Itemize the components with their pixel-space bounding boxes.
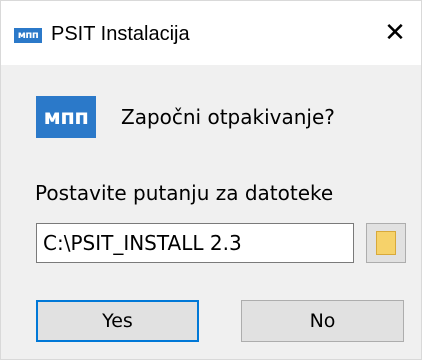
- button-bar: Yes No: [1, 270, 421, 359]
- dialog-content: мпп Započni otpakivanje? Postavite putan…: [1, 65, 421, 270]
- install-path-input[interactable]: [36, 223, 354, 263]
- folder-icon: [376, 231, 396, 255]
- title-bar: мпп PSIT Instalacija ✕: [1, 1, 421, 65]
- app-logo-icon: мпп: [14, 28, 42, 43]
- browse-folder-button[interactable]: [366, 223, 406, 263]
- prompt-question: Započni otpakivanje?: [121, 105, 335, 129]
- yes-button[interactable]: Yes: [36, 300, 199, 342]
- installer-dialog: мпп PSIT Instalacija ✕ мпп Započni otpak…: [0, 0, 422, 360]
- no-button[interactable]: No: [241, 300, 404, 342]
- close-button[interactable]: ✕: [369, 11, 421, 55]
- path-label: Postavite putanju za datoteke: [35, 181, 334, 205]
- window-title: PSIT Instalacija: [51, 23, 190, 45]
- brand-logo: мпп: [36, 96, 96, 138]
